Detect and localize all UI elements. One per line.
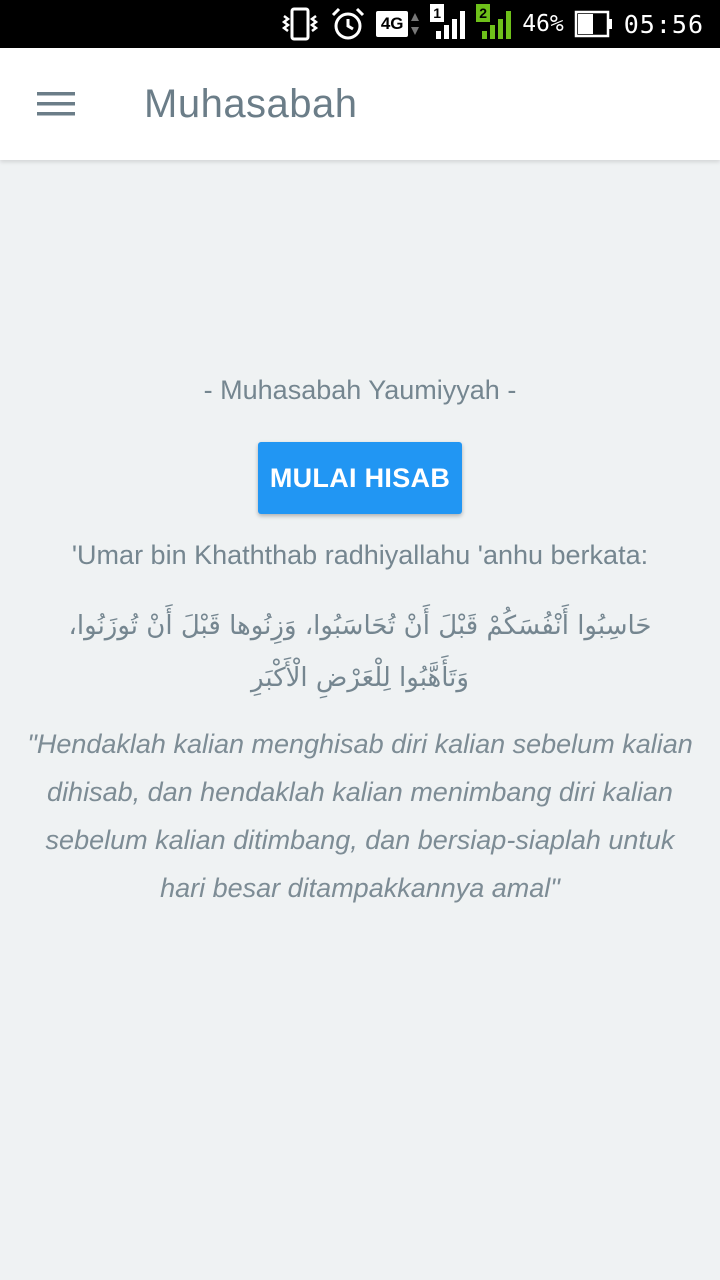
hamburger-menu-icon (37, 92, 75, 116)
status-bar: 4G 1 2 46% 05:56 (0, 0, 720, 48)
quote-translation: "Hendaklah kalian menghisab diri kalian … (27, 729, 693, 903)
battery-percent: 46% (522, 11, 564, 37)
sim2-label: 2 (476, 4, 491, 22)
app-bar: Muhasabah (0, 48, 720, 160)
vibrate-icon (280, 7, 320, 41)
clock: 05:56 (623, 9, 704, 39)
app-title: Muhasabah (144, 81, 358, 126)
network-type-label: 4G (376, 11, 409, 37)
signal-sim1-icon: 1 (430, 4, 466, 41)
signal-sim2-icon: 2 (476, 4, 512, 41)
start-hisab-button[interactable]: MULAI HISAB (258, 442, 462, 514)
quote-attribution: 'Umar bin Khaththab radhiyallahu 'anhu b… (71, 540, 649, 570)
page-subtitle: - Muhasabah Yaumiyyah - (203, 375, 517, 405)
arabic-quote: حَاسِبُوا أَنْفُسَكُمْ قَبْلَ أَنْ تُحَا… (68, 611, 652, 693)
alarm-icon (330, 7, 366, 41)
4g-icon: 4G (376, 11, 420, 37)
sim1-label: 1 (430, 4, 445, 22)
menu-button[interactable] (0, 48, 112, 160)
battery-icon (574, 10, 614, 38)
